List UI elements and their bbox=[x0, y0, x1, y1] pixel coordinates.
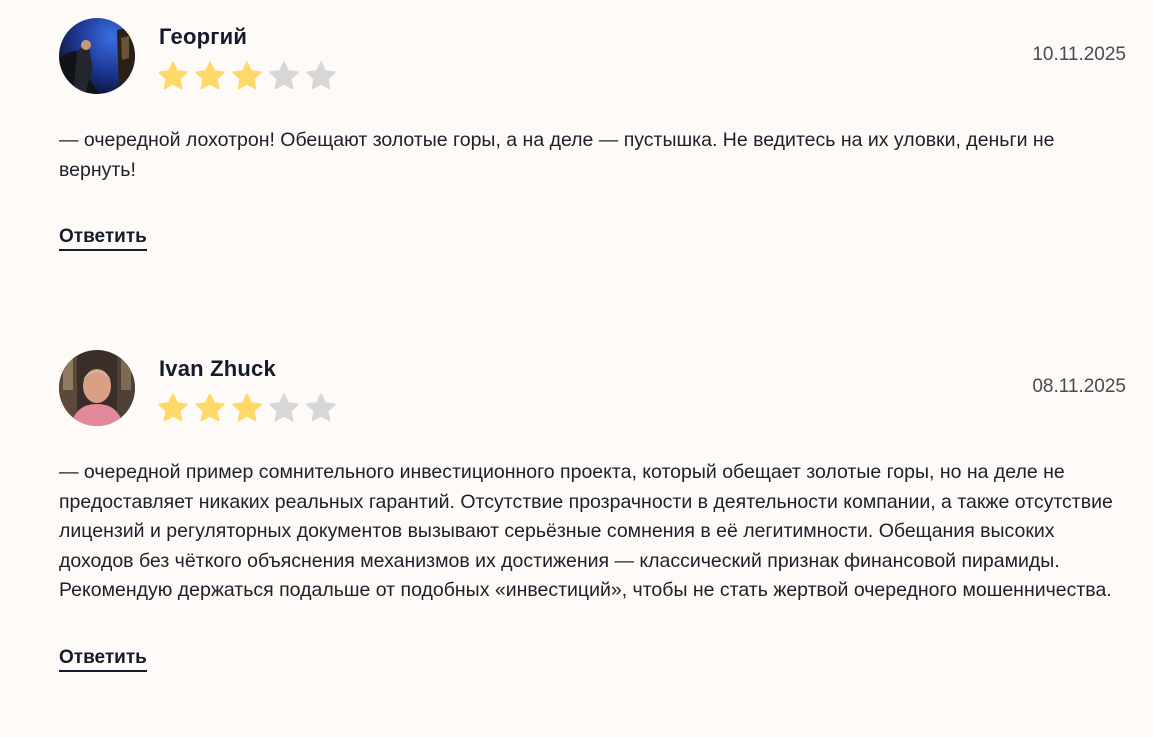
star-empty-icon bbox=[268, 392, 300, 424]
reply-button[interactable]: Ответить bbox=[59, 226, 147, 251]
avatar bbox=[59, 350, 135, 426]
author-name: Георгий bbox=[159, 24, 248, 49]
reply-button[interactable]: Ответить bbox=[59, 647, 147, 672]
review-text: — очередной лохотрон! Обещают золотые го… bbox=[59, 129, 1055, 181]
review-text: — очередной пример сомнительного инвести… bbox=[59, 461, 1113, 601]
star-filled-icon bbox=[231, 60, 263, 92]
review-header: Георгий 10.11.2025 bbox=[59, 18, 1126, 94]
star-empty-icon bbox=[305, 392, 337, 424]
review-date: 08.11.2025 bbox=[1032, 376, 1126, 397]
star-filled-icon bbox=[194, 60, 226, 92]
star-filled-icon bbox=[157, 392, 189, 424]
star-empty-icon bbox=[305, 60, 337, 92]
star-empty-icon bbox=[268, 60, 300, 92]
review-card: Ivan Zhuck 08.11.2025 — очередной пример… bbox=[59, 350, 1126, 672]
author-name: Ivan Zhuck bbox=[159, 356, 276, 381]
star-rating bbox=[157, 60, 337, 92]
star-filled-icon bbox=[194, 392, 226, 424]
review-card: Георгий 10.11.2025 — очередной лохотрон!… bbox=[59, 18, 1126, 251]
star-rating bbox=[157, 392, 337, 424]
review-date: 10.11.2025 bbox=[1032, 44, 1126, 65]
star-filled-icon bbox=[157, 60, 189, 92]
star-filled-icon bbox=[231, 392, 263, 424]
avatar bbox=[59, 18, 135, 94]
review-header: Ivan Zhuck 08.11.2025 bbox=[59, 350, 1126, 426]
